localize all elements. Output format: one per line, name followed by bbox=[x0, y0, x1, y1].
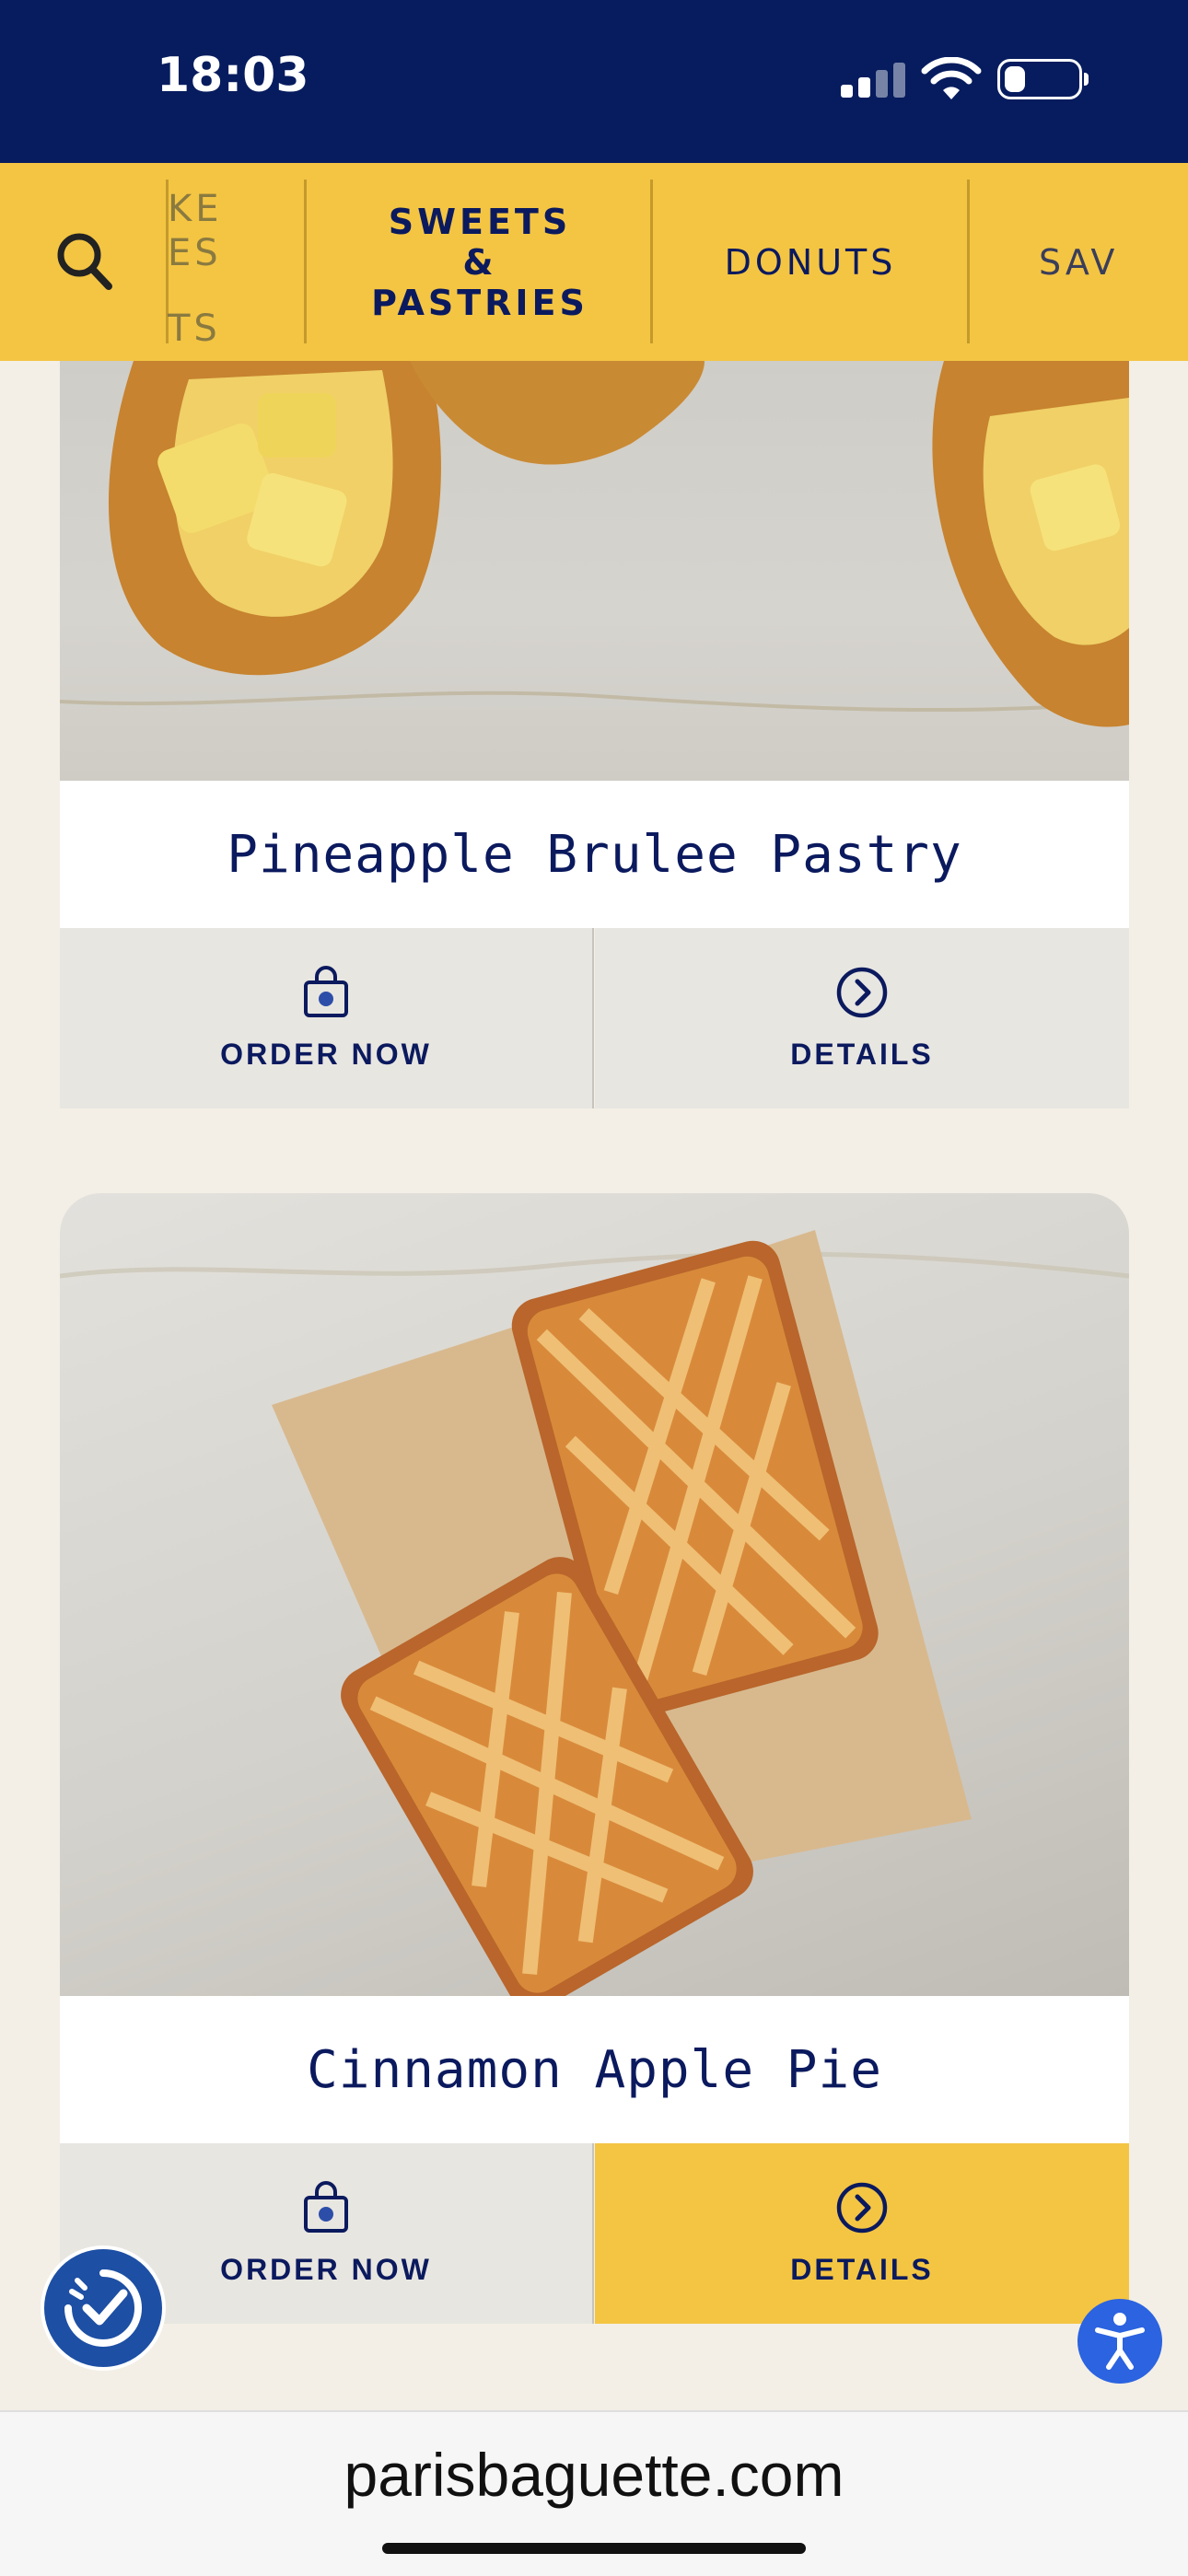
nav-divider bbox=[650, 180, 653, 343]
product-name: Cinnamon Apple Pie bbox=[60, 1996, 1129, 2143]
category-label: SWEETS & PASTRIES bbox=[371, 201, 588, 323]
product-name: Pineapple Brulee Pastry bbox=[60, 781, 1129, 928]
rewards-icon bbox=[64, 2269, 142, 2347]
category-tab-savory[interactable]: SAV bbox=[973, 163, 1188, 361]
accessibility-icon bbox=[1095, 2313, 1145, 2370]
battery-icon bbox=[997, 59, 1089, 99]
shopping-bag-icon bbox=[304, 965, 348, 1017]
category-label: SAV bbox=[1039, 241, 1119, 283]
category-tab-donuts[interactable]: DONUTS bbox=[656, 163, 965, 361]
search-icon bbox=[57, 233, 112, 290]
pastry-illustration bbox=[60, 1230, 1129, 1996]
status-bar: 18:03 bbox=[0, 0, 1188, 163]
order-now-button[interactable]: ORDER NOW bbox=[60, 928, 594, 1108]
category-partial-line: TS bbox=[168, 307, 221, 350]
browser-address-bar[interactable]: parisbaguette.com bbox=[0, 2410, 1188, 2576]
url-text[interactable]: parisbaguette.com bbox=[0, 2440, 1188, 2510]
details-button[interactable]: DETAILS bbox=[595, 2143, 1129, 2324]
nav-divider bbox=[304, 180, 307, 343]
category-partial-line: ES bbox=[168, 232, 222, 274]
category-partial-line: KE bbox=[168, 188, 223, 230]
rewards-button[interactable] bbox=[41, 2245, 166, 2371]
category-tab-sweets-pastries[interactable]: SWEETS & PASTRIES bbox=[309, 163, 650, 361]
pastry-illustration bbox=[60, 361, 1129, 727]
home-indicator[interactable] bbox=[382, 2543, 806, 2554]
product-image-cinnamon-apple-pie[interactable] bbox=[60, 1193, 1129, 1996]
chevron-right-circle-icon bbox=[836, 2182, 888, 2233]
nav-divider bbox=[967, 180, 970, 343]
details-label: DETAILS bbox=[790, 2252, 934, 2286]
details-label: DETAILS bbox=[790, 1037, 934, 1071]
order-now-label: ORDER NOW bbox=[220, 1037, 432, 1071]
category-item-partial[interactable]: KE ES TS bbox=[168, 163, 304, 361]
product-image-pineapple-brulee-pastry[interactable] bbox=[60, 361, 1129, 781]
accessibility-button[interactable] bbox=[1077, 2299, 1162, 2384]
shopping-bag-icon bbox=[304, 2180, 348, 2233]
wifi-icon bbox=[921, 57, 982, 99]
status-time: 18:03 bbox=[157, 48, 309, 103]
category-nav: KE ES TS SWEETS & PASTRIES DONUTS SAV bbox=[0, 163, 1188, 361]
category-label: DONUTS bbox=[724, 241, 897, 283]
cellular-signal-icon bbox=[841, 61, 907, 98]
search-button[interactable] bbox=[0, 163, 166, 361]
details-button[interactable]: DETAILS bbox=[595, 928, 1129, 1108]
order-now-label: ORDER NOW bbox=[220, 2252, 432, 2286]
chevron-right-circle-icon bbox=[836, 967, 888, 1017]
